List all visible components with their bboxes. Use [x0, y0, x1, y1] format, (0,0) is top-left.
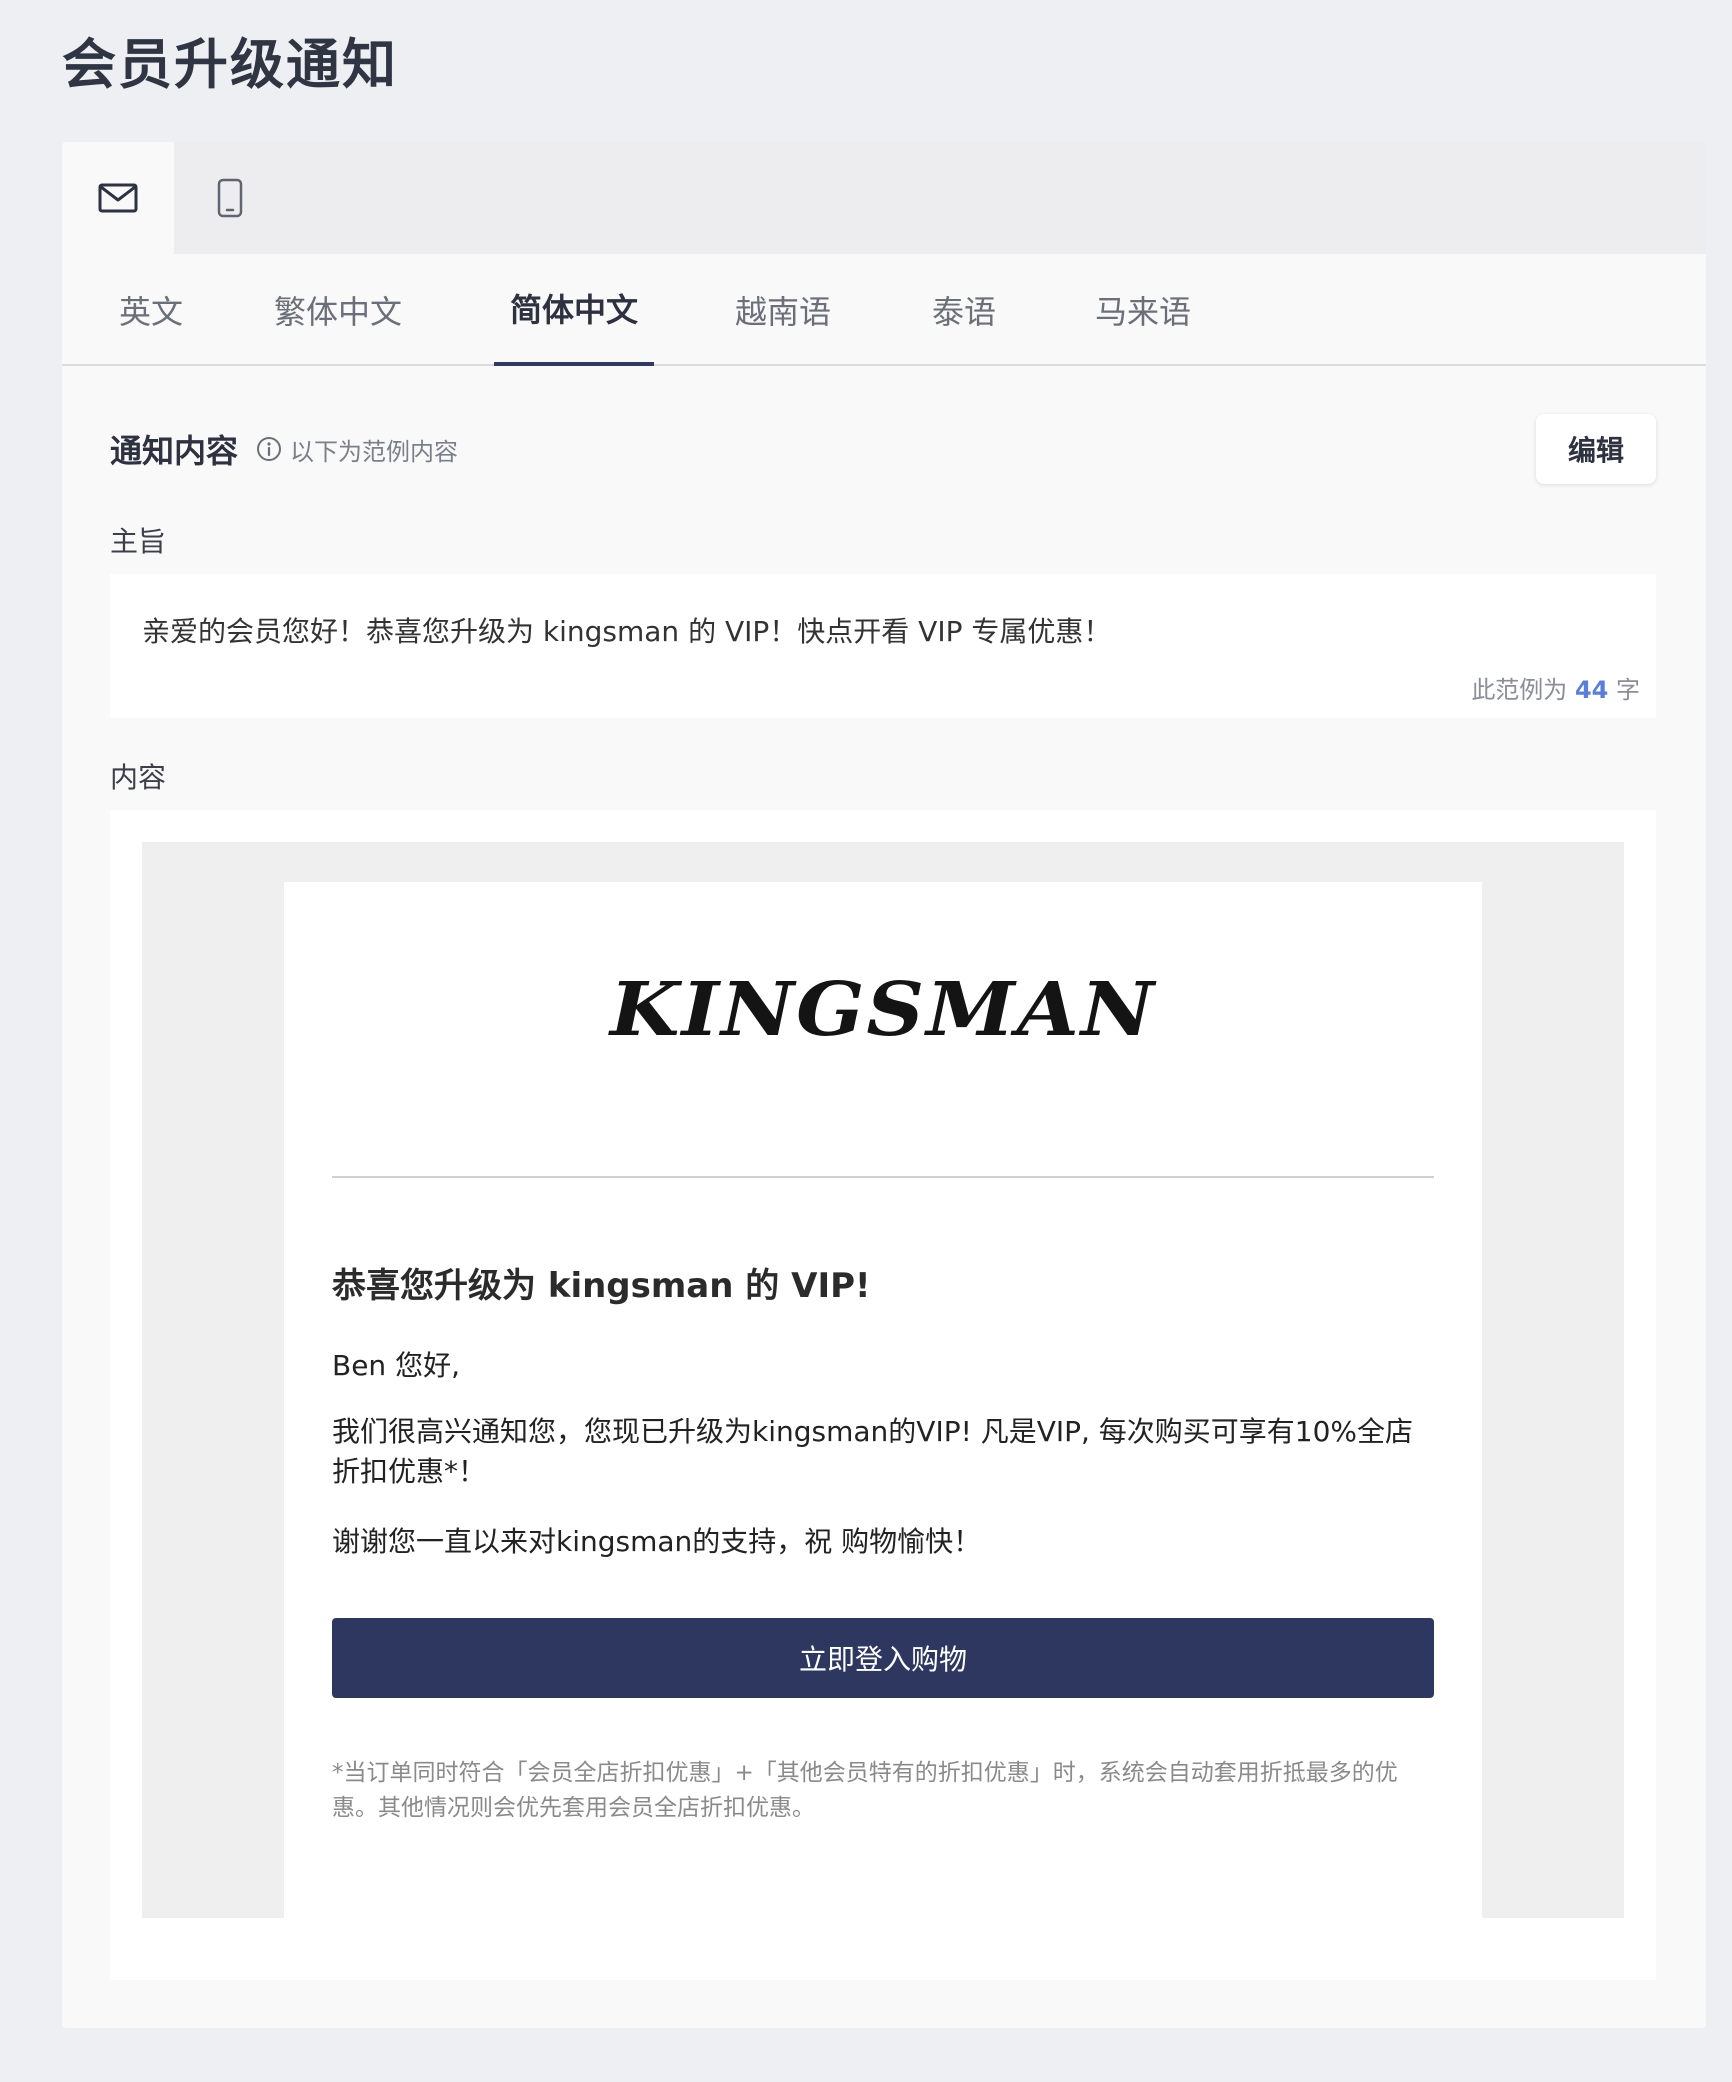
email-heading: 恭喜您升级为 kingsman 的 VIP! [332, 1266, 871, 1306]
subject-label: 主旨 [110, 525, 167, 558]
subject-text: 亲爱的会员您好！恭喜您升级为 kingsman 的 VIP！快点开看 VIP 专… [142, 615, 1112, 648]
info-icon [256, 436, 282, 462]
page-title: 会员升级通知 [62, 33, 398, 96]
tab-sms-channel[interactable] [174, 142, 286, 254]
brand-logo: KINGSMAN [610, 965, 1156, 1053]
email-greeting: Ben 您好, [332, 1349, 460, 1382]
char-count-suffix: 字 [1616, 676, 1640, 704]
tab-english[interactable]: 英文 [96, 254, 206, 366]
tab-thai[interactable]: 泰语 [914, 254, 1014, 366]
email-footnote: *当订单同时符合「会员全店折扣优惠」+「其他会员特有的折扣优惠」时，系统会自动套… [332, 1760, 1398, 1821]
tab-vietnamese[interactable]: 越南语 [718, 254, 848, 366]
notification-content-header: 通知内容 以下为范例内容 [110, 426, 458, 472]
login-shop-button[interactable]: 立即登入购物 [332, 1618, 1434, 1698]
tab-simplified-chinese[interactable]: 简体中文 [494, 254, 654, 366]
email-preview-background: KINGSMAN 恭喜您升级为 kingsman 的 VIP! Ben 您好, … [142, 842, 1624, 1918]
content-label: 内容 [110, 761, 167, 794]
notification-card: 英文 繁体中文 简体中文 越南语 泰语 马来语 通知内容 以下为范例内容 编辑 … [62, 142, 1706, 2028]
subject-field: 亲爱的会员您好！恭喜您升级为 kingsman 的 VIP！快点开看 VIP 专… [110, 574, 1656, 718]
email-divider [332, 1176, 1434, 1178]
char-count: 此范例为 44 字 [1471, 670, 1640, 705]
language-tabs: 英文 繁体中文 简体中文 越南语 泰语 马来语 [62, 254, 1706, 366]
tab-malay[interactable]: 马来语 [1078, 254, 1208, 366]
email-thanks: 谢谢您一直以来对kingsman的支持，祝 购物愉快！ [332, 1525, 982, 1558]
tab-email-channel[interactable] [62, 142, 174, 254]
mobile-phone-icon [217, 178, 243, 218]
mail-icon [98, 182, 138, 214]
section-title: 通知内容 [110, 432, 239, 470]
char-count-value: 44 [1574, 676, 1609, 704]
email-preview-container: KINGSMAN 恭喜您升级为 kingsman 的 VIP! Ben 您好, … [110, 810, 1656, 1980]
email-body: KINGSMAN 恭喜您升级为 kingsman 的 VIP! Ben 您好, … [284, 882, 1482, 1918]
example-hint: 以下为范例内容 [290, 437, 459, 466]
edit-button[interactable]: 编辑 [1536, 414, 1656, 484]
email-paragraph: 我们很高兴通知您，您现已升级为kingsman的VIP! 凡是VIP, 每次购买… [332, 1415, 1414, 1488]
channel-tab-bar [62, 142, 1706, 254]
char-count-prefix: 此范例为 [1471, 676, 1568, 704]
tab-traditional-chinese[interactable]: 繁体中文 [258, 254, 418, 366]
